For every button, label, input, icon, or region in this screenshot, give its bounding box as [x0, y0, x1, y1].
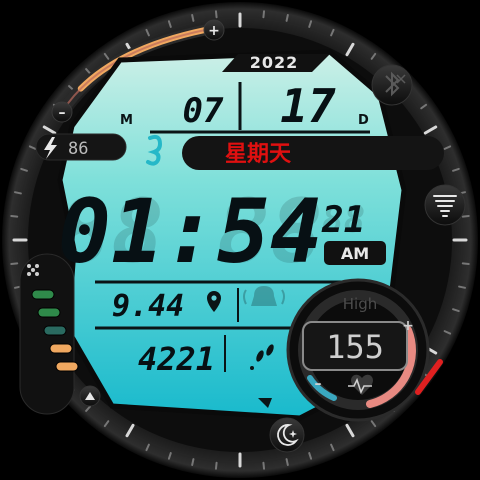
- weekday-label: 星期天: [225, 142, 292, 167]
- moon-sparkle-icon[interactable]: [269, 417, 305, 453]
- heart-rate-dial[interactable]: High 155 + –: [286, 278, 430, 422]
- pill-indicator: [37, 307, 61, 318]
- tornado-icon[interactable]: [424, 184, 466, 226]
- pill-indicator: [43, 325, 67, 336]
- time-hour-minute: 01:54: [58, 180, 323, 283]
- left-minus-button[interactable]: –: [59, 105, 66, 121]
- triangle-up-icon[interactable]: [79, 385, 101, 407]
- ampm-badge: AM: [341, 244, 369, 263]
- pill-indicator: [49, 343, 73, 354]
- day-label: D: [358, 113, 369, 128]
- distance-value: 9.44: [112, 289, 184, 324]
- pill-indicator: [55, 361, 79, 372]
- pill-indicator: [31, 289, 55, 300]
- watch-face: 2022 M 07 17 D 86 星期天 88:88 01:54 88 21 …: [2, 2, 478, 478]
- battery-value: 86: [68, 139, 88, 159]
- day-value: 17: [280, 79, 336, 133]
- heart-rate-plus[interactable]: +: [402, 318, 414, 334]
- month-value: 07: [183, 91, 224, 131]
- heart-rate-label: High: [343, 295, 377, 313]
- steps-value: 4221: [138, 340, 215, 378]
- top-plus-button[interactable]: +: [208, 23, 220, 39]
- year-label: 2022: [250, 53, 299, 72]
- time-seconds: 21: [321, 200, 365, 241]
- month-label: M: [120, 113, 133, 128]
- bluetooth-off-icon[interactable]: [371, 64, 413, 106]
- heart-rate-value: 155: [326, 328, 384, 366]
- heart-rate-minus[interactable]: –: [315, 376, 322, 392]
